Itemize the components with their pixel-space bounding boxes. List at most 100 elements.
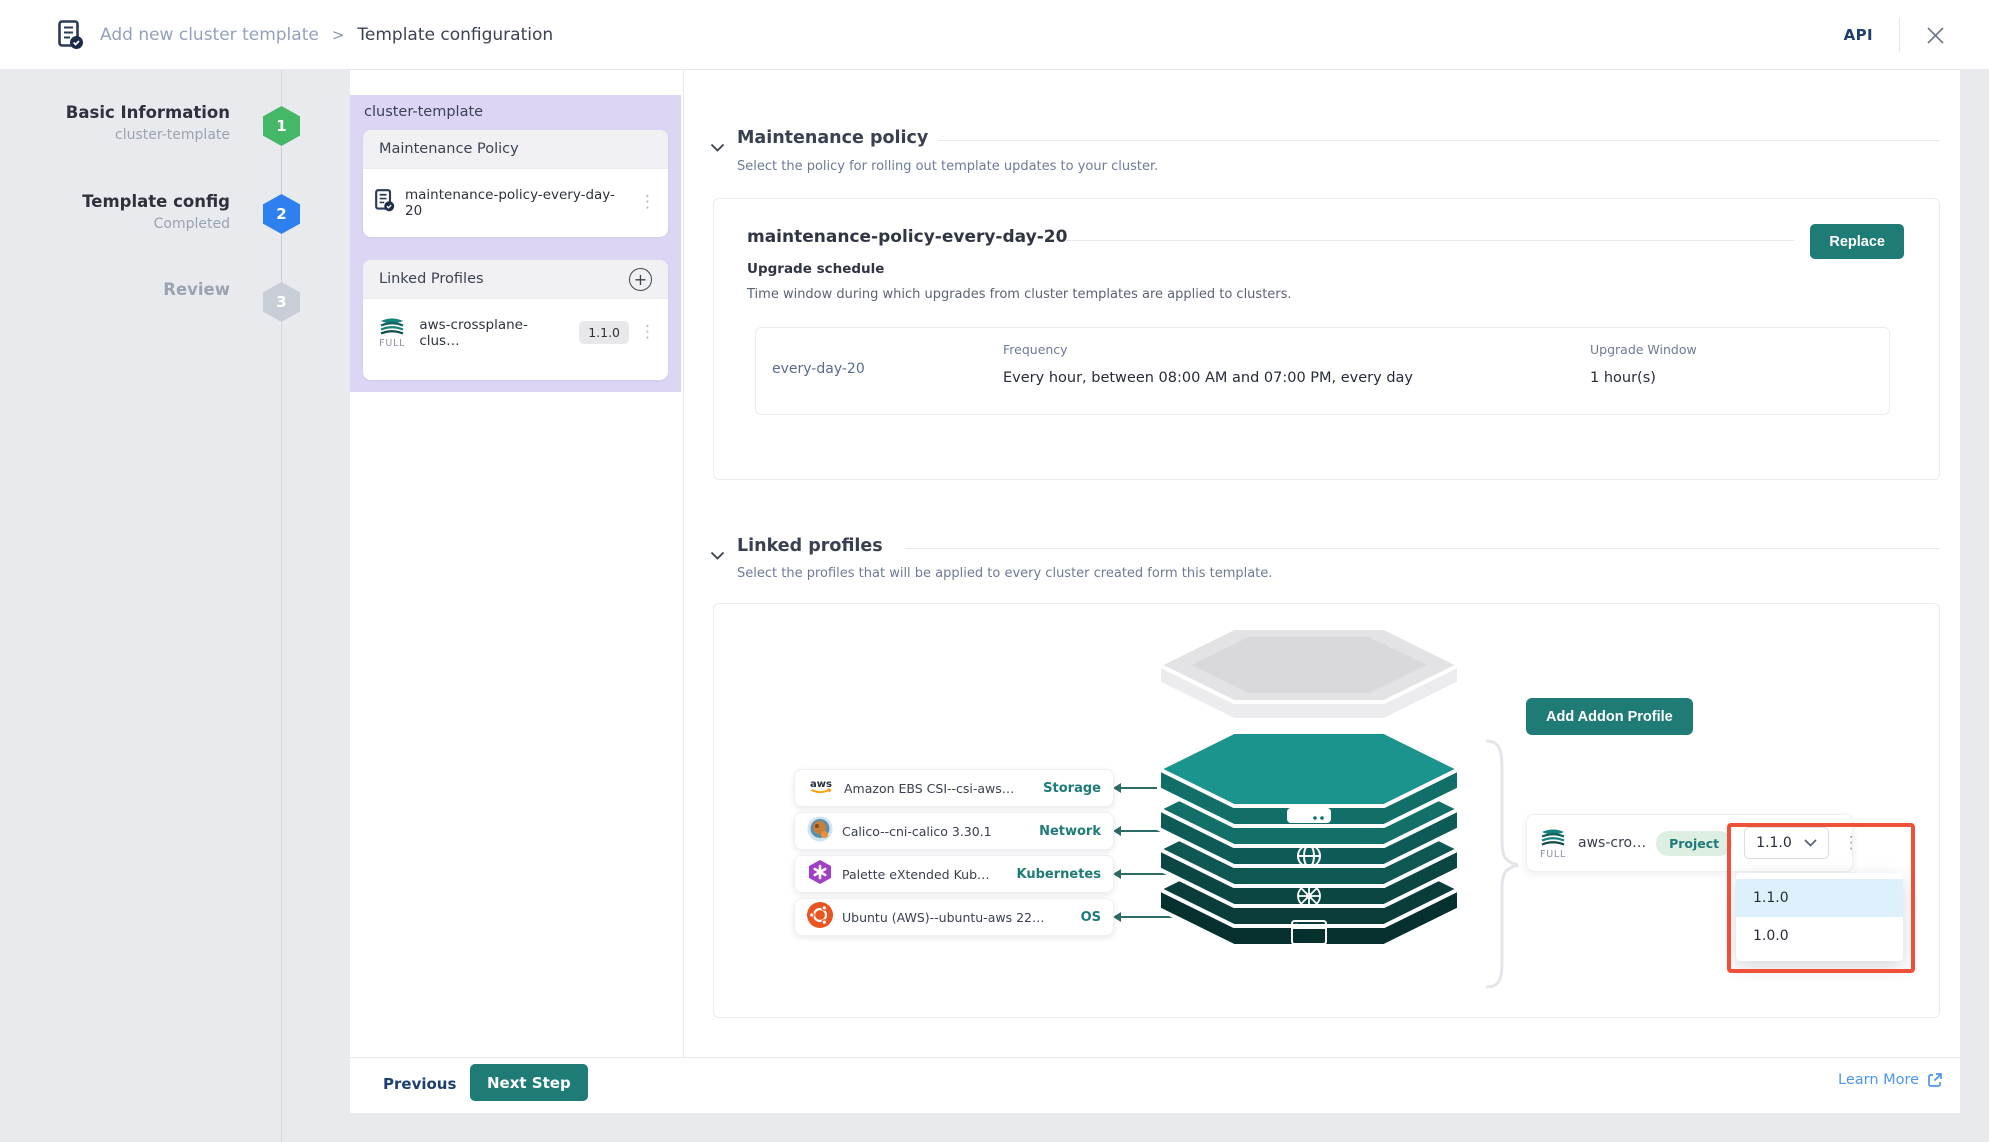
layer-name: Palette eXtended Kub…: [842, 867, 990, 882]
kubernetes-icon: [1298, 885, 1320, 907]
topbar-divider: [1899, 18, 1900, 52]
external-link-icon: [1927, 1072, 1943, 1088]
topbar-actions: API: [1844, 0, 1945, 70]
linked-profile-name: aws-crossplane-clus…: [419, 317, 561, 349]
step-label: Template config: [0, 192, 230, 211]
upgrade-schedule-description: Time window during which upgrades from c…: [747, 287, 1292, 302]
version-dropdown-menu: 1.1.0 1.0.0: [1736, 873, 1903, 961]
step-sublabel: cluster-template: [0, 127, 230, 143]
footer-divider: [350, 1057, 1960, 1058]
kebab-menu-icon[interactable]: ⋮: [1843, 835, 1860, 852]
document-check-icon: [58, 20, 84, 54]
step-sublabel: Completed: [0, 216, 230, 232]
schedule-detail-box: every-day-20 Frequency Every hour, betwe…: [755, 327, 1890, 415]
profile-layers-icon: FULL: [375, 316, 409, 349]
linked-profiles-header-label: Linked Profiles: [379, 271, 484, 287]
learn-more-link[interactable]: Learn More: [1838, 1072, 1943, 1088]
upgrade-window-value: 1 hour(s): [1590, 370, 1697, 386]
add-profile-plus-icon[interactable]: +: [629, 268, 652, 291]
maintenance-policy-card-name: maintenance-policy-every-day-20: [747, 227, 1067, 247]
step-badge-2[interactable]: 2: [263, 194, 300, 234]
storage-icon: [1287, 808, 1331, 823]
linked-profiles-section-title: Linked profiles: [737, 536, 883, 556]
maintenance-policy-section-subtitle: Select the policy for rolling out templa…: [737, 159, 1158, 174]
template-tree-panel: cluster-template Maintenance Policy main…: [350, 95, 681, 392]
section-divider: [938, 140, 1940, 141]
maintenance-policy-section-title: Maintenance policy: [737, 128, 928, 148]
profile-name: aws-cro…: [1578, 835, 1646, 851]
layer-name: Amazon EBS CSI--csi-aws…: [844, 781, 1014, 796]
profile-version-badge: 1.1.0: [579, 321, 629, 344]
chevron-down-icon[interactable]: [710, 138, 725, 157]
maintenance-policy-tree-item[interactable]: maintenance-policy-every-day-20 ⋮: [363, 169, 668, 236]
learn-more-label: Learn More: [1838, 1072, 1919, 1088]
profile-scope-label: FULL: [1540, 849, 1566, 860]
breadcrumb-separator: >: [332, 26, 345, 44]
next-step-button[interactable]: Next Step: [470, 1064, 588, 1101]
chevron-down-icon: [1804, 839, 1817, 847]
tree-panel-title: cluster-template: [364, 104, 483, 120]
layer-type: Storage: [1043, 781, 1101, 796]
palette-icon: [807, 859, 833, 889]
breadcrumb: Add new cluster template > Template conf…: [100, 0, 553, 70]
linked-profiles-tree-card: Linked Profiles + FULL aws-crossplane-cl…: [363, 260, 668, 380]
step-label: Review: [0, 280, 230, 299]
profile-stack-diagram: [1149, 626, 1469, 952]
tree-content-divider: [683, 70, 684, 1057]
layer-pill-os[interactable]: Ubuntu (AWS)--ubuntu-aws 22… OS: [794, 898, 1114, 936]
wizard-step-review[interactable]: Review: [0, 280, 230, 299]
layer-type: OS: [1081, 910, 1101, 925]
frequency-column: Frequency Every hour, between 08:00 AM a…: [1003, 342, 1413, 386]
card-divider: [1066, 240, 1794, 241]
maintenance-policy-tree-header: Maintenance Policy: [363, 130, 668, 169]
breadcrumb-current: Template configuration: [357, 25, 553, 45]
upgrade-window-column: Upgrade Window 1 hour(s): [1590, 342, 1697, 386]
chevron-down-icon[interactable]: [710, 546, 725, 565]
step-label: Basic Information: [0, 103, 230, 122]
maintenance-policy-card: maintenance-policy-every-day-20 Replace …: [713, 198, 1940, 480]
add-addon-profile-button[interactable]: Add Addon Profile: [1526, 698, 1693, 735]
layer-type: Network: [1039, 824, 1101, 839]
calico-icon: [807, 816, 833, 846]
layer-name: Calico--cni-calico 3.30.1: [842, 824, 992, 839]
ubuntu-icon: [807, 902, 833, 932]
breadcrumb-parent[interactable]: Add new cluster template: [100, 25, 319, 45]
stack-brace: [1480, 739, 1524, 989]
api-link[interactable]: API: [1844, 26, 1873, 44]
close-icon[interactable]: [1926, 26, 1945, 45]
upgrade-window-label: Upgrade Window: [1590, 342, 1697, 357]
kebab-menu-icon[interactable]: ⋮: [639, 324, 656, 341]
replace-button[interactable]: Replace: [1810, 224, 1904, 259]
profile-layers-icon: FULL: [1538, 827, 1568, 860]
step-badge-1[interactable]: 1: [263, 106, 300, 146]
version-option-1-0-0[interactable]: 1.0.0: [1736, 917, 1903, 955]
linked-profile-row[interactable]: FULL aws-cro… Project 1.1.0 ⋮: [1526, 814, 1853, 872]
top-bar: Add new cluster template > Template conf…: [0, 0, 1989, 70]
linked-profiles-section-subtitle: Select the profiles that will be applied…: [737, 566, 1272, 581]
linked-profile-tree-item[interactable]: FULL aws-crossplane-clus… 1.1.0 ⋮: [363, 299, 668, 366]
section-divider: [905, 548, 1940, 549]
layer-type: Kubernetes: [1017, 867, 1101, 882]
profile-scope-label: FULL: [379, 338, 405, 349]
version-dropdown-value: 1.1.0: [1756, 835, 1792, 851]
step-badge-3[interactable]: 3: [263, 282, 300, 322]
upgrade-schedule-title: Upgrade schedule: [747, 261, 884, 277]
frequency-label: Frequency: [1003, 342, 1413, 357]
linked-profiles-tree-header: Linked Profiles +: [363, 260, 668, 299]
layer-name: Ubuntu (AWS)--ubuntu-aws 22…: [842, 910, 1044, 925]
maintenance-policy-name: maintenance-policy-every-day-20: [405, 187, 629, 219]
linked-profiles-card: aws Amazon EBS CSI--csi-aws… Storage Cal…: [713, 603, 1940, 1018]
project-scope-badge: Project: [1656, 831, 1732, 856]
document-check-icon: [375, 189, 395, 216]
kebab-menu-icon[interactable]: ⋮: [639, 194, 656, 211]
wizard-step-template-config[interactable]: Template config Completed: [0, 192, 230, 232]
version-dropdown[interactable]: 1.1.0: [1744, 827, 1829, 859]
layer-pill-network[interactable]: Calico--cni-calico 3.30.1 Network: [794, 812, 1114, 850]
svg-text:aws: aws: [810, 779, 832, 790]
previous-button[interactable]: Previous: [383, 1066, 456, 1101]
maintenance-policy-tree-card: Maintenance Policy maintenance-policy-ev…: [363, 130, 668, 237]
layer-pill-storage[interactable]: aws Amazon EBS CSI--csi-aws… Storage: [794, 769, 1114, 807]
layer-pill-kubernetes[interactable]: Palette eXtended Kub… Kubernetes: [794, 855, 1114, 893]
wizard-step-basic-information[interactable]: Basic Information cluster-template: [0, 103, 230, 143]
version-option-1-1-0[interactable]: 1.1.0: [1736, 879, 1903, 917]
